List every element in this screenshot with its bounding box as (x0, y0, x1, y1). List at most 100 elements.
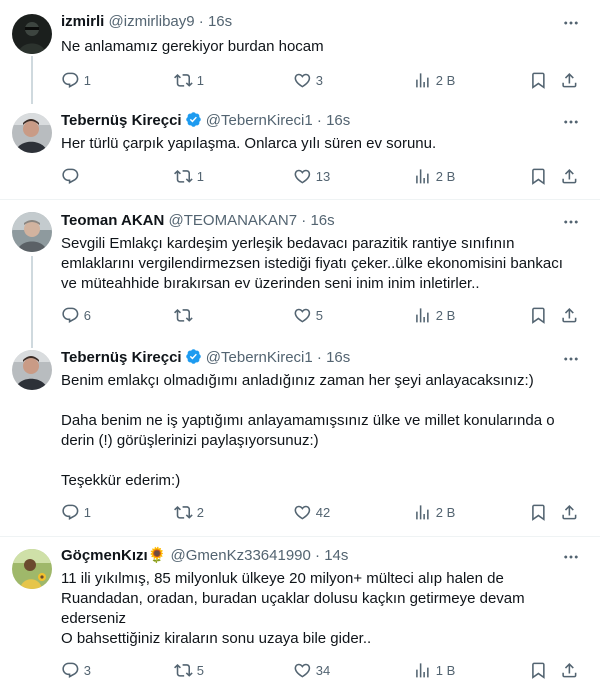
views-button[interactable]: 2 B (413, 502, 455, 522)
author-name[interactable]: Teoman AKAN (61, 212, 164, 229)
like-count: 34 (315, 662, 331, 678)
reply-button[interactable]: 3 (61, 660, 91, 680)
share-icon (560, 71, 579, 90)
bookmark-button[interactable] (529, 660, 548, 680)
view-count: 2 B (435, 72, 456, 88)
more-dots-icon[interactable] (562, 113, 580, 131)
bookmark-icon (529, 661, 548, 680)
share-button[interactable] (560, 305, 579, 325)
separator-dot: · (315, 547, 321, 564)
views-chart-icon (413, 306, 432, 325)
author-handle[interactable]: @TebernKireci1 (206, 349, 313, 366)
reply-icon (61, 661, 80, 680)
retweet-icon (174, 661, 193, 680)
retweet-button[interactable]: 1 (174, 70, 204, 90)
like-button[interactable]: 3 (293, 70, 323, 90)
bookmark-button[interactable] (529, 305, 548, 325)
timestamp[interactable]: 16s (310, 212, 334, 229)
timestamp[interactable]: 16s (326, 349, 350, 366)
tweet-4[interactable]: Tebernüş Kireçci @TebernKireci1 · 16s Be… (0, 340, 600, 537)
tweet-5[interactable]: GöçmenKızı🌻 @GmenKz33641990 · 14s 11 ili… (0, 537, 600, 693)
separator-dot: · (316, 349, 322, 366)
bookmark-icon (529, 306, 548, 325)
view-count: 2 B (435, 168, 456, 184)
author-name[interactable]: Tebernüş Kireçci (61, 112, 182, 129)
reply-icon (61, 167, 80, 186)
like-count: 42 (315, 504, 331, 520)
author-handle[interactable]: @TebernKireci1 (206, 112, 313, 129)
tweet-text: Sevgili Emlakçı kardeşim yerleşik bedava… (61, 235, 563, 292)
more-dots-icon[interactable] (562, 213, 580, 231)
heart-icon (293, 503, 312, 522)
separator-dot: · (316, 112, 322, 129)
reply-button[interactable] (61, 166, 84, 186)
share-icon (560, 306, 579, 325)
tweet-header: Tebernüş Kireçci @TebernKireci1 · 16s (61, 348, 560, 368)
retweet-button[interactable]: 1 (174, 166, 204, 186)
avatar[interactable] (12, 14, 52, 54)
retweet-button[interactable] (174, 305, 197, 325)
retweet-icon (174, 167, 193, 186)
author-handle[interactable]: @TEOMANAKAN7 (169, 212, 298, 229)
tweet-3[interactable]: Teoman AKAN @TEOMANAKAN7 · 16s Sevgili E… (0, 200, 600, 348)
reply-button[interactable]: 1 (61, 502, 91, 522)
share-icon (560, 661, 579, 680)
retweet-icon (174, 71, 193, 90)
more-dots-icon[interactable] (562, 14, 580, 32)
views-button[interactable]: 2 B (413, 70, 455, 90)
more-dots-icon[interactable] (562, 548, 580, 566)
bookmark-button[interactable] (529, 502, 548, 522)
share-button[interactable] (560, 70, 579, 90)
author-handle[interactable]: @izmirlibay9 (109, 13, 195, 30)
tweet-actions: 1 2 42 2 B (61, 502, 581, 522)
author-name[interactable]: Tebernüş Kireçci (61, 349, 182, 366)
like-button[interactable]: 42 (293, 502, 330, 522)
bookmark-button[interactable] (529, 166, 548, 186)
reply-icon (61, 71, 80, 90)
reply-icon (61, 306, 80, 325)
bookmark-icon (529, 71, 548, 90)
views-button[interactable]: 1 B (413, 660, 455, 680)
share-button[interactable] (560, 660, 579, 680)
like-count: 13 (315, 168, 331, 184)
views-chart-icon (413, 71, 432, 90)
tweet-1[interactable]: izmirli @izmirlibay9 · 16s Ne anlamamız … (0, 0, 600, 104)
retweet-button[interactable]: 5 (174, 660, 204, 680)
separator-dot: · (301, 212, 307, 229)
like-button[interactable]: 5 (293, 305, 323, 325)
share-button[interactable] (560, 502, 579, 522)
author-name[interactable]: GöçmenKızı🌻 (61, 547, 166, 564)
avatar[interactable] (12, 212, 52, 252)
retweet-button[interactable]: 2 (174, 502, 204, 522)
views-button[interactable]: 2 B (413, 166, 455, 186)
timestamp[interactable]: 14s (324, 547, 348, 564)
avatar[interactable] (12, 113, 52, 153)
reply-button[interactable]: 6 (61, 305, 91, 325)
views-chart-icon (413, 503, 432, 522)
bookmark-icon (529, 503, 548, 522)
views-button[interactable]: 2 B (413, 305, 455, 325)
tweet-2[interactable]: Tebernüş Kireçci @TebernKireci1 · 16s He… (0, 100, 600, 200)
tweet-header: Tebernüş Kireçci @TebernKireci1 · 16s (61, 111, 560, 131)
timestamp[interactable]: 16s (208, 13, 232, 30)
avatar[interactable] (12, 350, 52, 390)
like-button[interactable]: 13 (293, 166, 330, 186)
tweet-actions: 1 1 3 2 B (61, 70, 581, 90)
avatar[interactable] (12, 549, 52, 589)
bookmark-button[interactable] (529, 70, 548, 90)
like-button[interactable]: 34 (293, 660, 330, 680)
heart-icon (293, 306, 312, 325)
retweet-count: 2 (196, 504, 204, 520)
verified-badge-icon (185, 111, 202, 128)
reply-button[interactable]: 1 (61, 70, 91, 90)
retweet-count: 5 (196, 662, 204, 678)
author-name[interactable]: izmirli (61, 13, 104, 30)
share-button[interactable] (560, 166, 579, 186)
more-dots-icon[interactable] (562, 350, 580, 368)
views-chart-icon (413, 167, 432, 186)
author-handle[interactable]: @GmenKz33641990 (171, 547, 311, 564)
timestamp[interactable]: 16s (326, 112, 350, 129)
reply-count: 3 (83, 662, 91, 678)
retweet-count: 1 (196, 168, 204, 184)
retweet-icon (174, 306, 193, 325)
